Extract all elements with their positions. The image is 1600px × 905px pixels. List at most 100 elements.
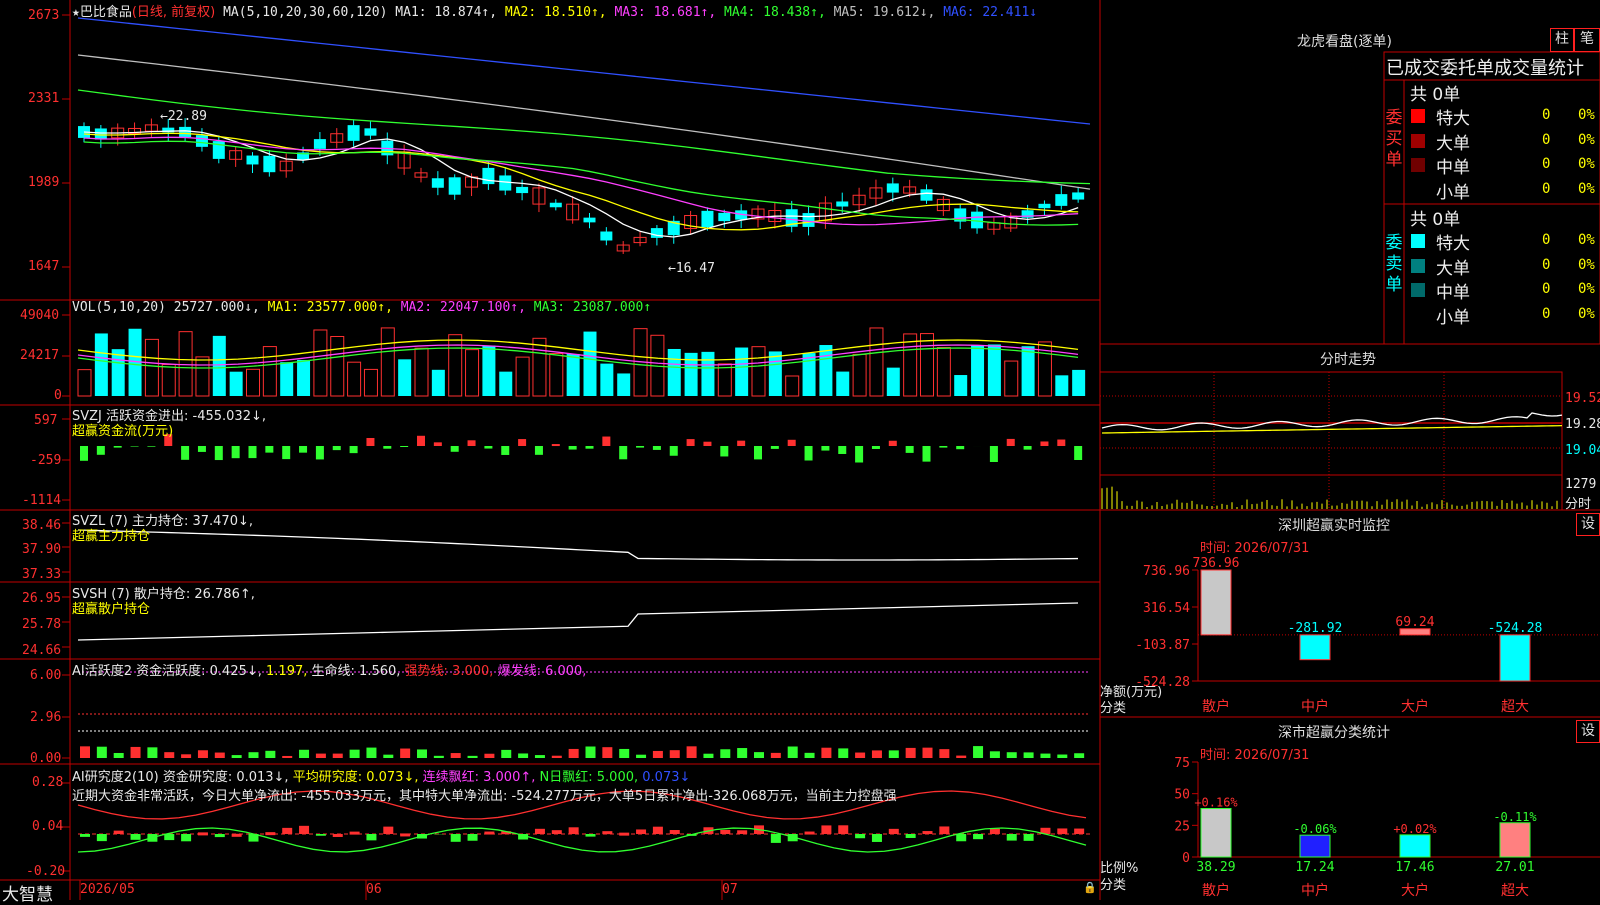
candle-body: [1072, 192, 1084, 199]
candle-body: [263, 156, 275, 172]
activity-bar: [265, 751, 275, 758]
class-bar: [1300, 835, 1330, 857]
y-tick: -1114: [22, 493, 61, 508]
y-tick: 1989: [28, 175, 59, 190]
volume-bar: [988, 344, 1001, 396]
fund-flow-bar: [350, 446, 358, 453]
monitor-bar: [1300, 635, 1330, 660]
research-bar: [350, 832, 360, 835]
volume-bar: [971, 345, 984, 396]
activity-bar: [855, 753, 865, 758]
volume-bar: [701, 352, 714, 396]
research-bar: [1057, 828, 1067, 834]
y-tick: 6.00: [30, 668, 61, 683]
fund-flow-bar: [956, 446, 964, 449]
activity-bar: [97, 747, 107, 758]
research-bar: [164, 834, 174, 840]
activity-bar: [805, 753, 815, 758]
vol-ma2: MA2: 22047.100↑,: [401, 300, 526, 315]
activity-bar: [889, 750, 899, 758]
research-bar: [232, 834, 242, 837]
volume-bar: [786, 376, 799, 396]
activity-bar: [821, 748, 831, 758]
monitor-bar-value: 69.24: [1395, 615, 1434, 630]
volume-bar: [533, 338, 546, 396]
order-percent: 0%: [1578, 306, 1595, 322]
activity-bar: [990, 751, 1000, 758]
stock-name: 巴比食品: [80, 5, 132, 20]
activity-bar: [602, 747, 612, 758]
class-category-label: 超大: [1501, 883, 1529, 899]
svzj-sub: 超赢资金流(万元): [72, 420, 173, 439]
monitor-title: 深圳超赢实时监控: [1278, 515, 1390, 535]
activity-bar: [198, 750, 208, 758]
activity-bar: [131, 747, 141, 758]
candle-body: [314, 139, 326, 149]
candle-body: [803, 213, 815, 227]
activity-bar: [906, 748, 916, 758]
volume-bar: [415, 348, 428, 396]
lock-icon[interactable]: 🔒: [1083, 881, 1097, 894]
main-chart-header: ★巴比食品(日线, 前复权) MA(5,10,20,30,60,120) MA1…: [72, 1, 1037, 20]
candle-body: [1055, 194, 1067, 206]
ai-research-v3: 连续飘红: 3.000↑,: [423, 770, 536, 785]
volume-bar: [162, 365, 175, 396]
order-size-label: 大单: [1436, 129, 1470, 154]
svzl-sub: 超赢主力持仓: [72, 525, 150, 544]
fund-flow-bar: [451, 446, 459, 452]
monitor-settings-button[interactable]: 设: [1576, 513, 1600, 536]
volume-bar: [230, 372, 243, 396]
volume-bar: [803, 353, 816, 396]
research-bar: [872, 834, 882, 842]
volume-bar: [280, 362, 293, 396]
volume-bar: [668, 349, 681, 396]
fund-flow-bar: [855, 446, 863, 462]
tick-view-button[interactable]: 笔: [1574, 28, 1600, 52]
class-time: 时间: 2026/07/31: [1200, 744, 1309, 763]
column-view-button[interactable]: 柱: [1550, 28, 1574, 52]
chart-mode[interactable]: (日线, 前复权): [132, 5, 215, 20]
fund-flow-bar: [501, 446, 509, 455]
ai-active-v2: 1.197,: [266, 664, 307, 679]
ma2-line: [84, 133, 1078, 229]
activity-bar: [1057, 755, 1067, 758]
class-category-label: 散户: [1202, 882, 1230, 899]
monitor-category-label: 超大: [1501, 699, 1529, 715]
research-bar: [451, 834, 461, 842]
activity-bar: [838, 748, 848, 758]
activity-bar: [484, 754, 494, 758]
research-bar: [990, 829, 1000, 834]
order-count: 0: [1542, 181, 1550, 197]
candle-body: [449, 177, 461, 194]
research-bar: [333, 834, 343, 837]
vol-value: 25727.000↓,: [174, 300, 260, 315]
candle-body: [482, 168, 494, 184]
ai-active-v4: 强势线: 3.000,: [405, 664, 494, 679]
class-bar: [1201, 808, 1231, 857]
legend-swatch: [1411, 183, 1425, 197]
activity-bar: [737, 748, 747, 758]
class-bar-value: 17.46: [1395, 860, 1434, 875]
fund-flow-bar: [1024, 446, 1032, 450]
sell-total: 共 0单: [1410, 205, 1460, 230]
volume-bar: [466, 350, 479, 396]
chart-canvas[interactable]: 736.96316.54-103.87-524.28736.96散户-281.9…: [0, 0, 1600, 900]
research-bar: [484, 832, 494, 835]
research-bar: [939, 826, 949, 834]
activity-bar: [552, 756, 562, 758]
volume-bar: [348, 362, 361, 396]
activity-bar: [636, 755, 646, 758]
research-bar: [821, 825, 831, 834]
favorite-star-icon[interactable]: ★: [72, 5, 80, 20]
fund-flow-bar: [703, 442, 711, 446]
class-settings-button[interactable]: 设: [1576, 720, 1600, 743]
sell-side-label: 委卖单: [1384, 233, 1404, 296]
legend-swatch: [1411, 308, 1425, 322]
fund-flow-bar: [737, 441, 745, 446]
volume-bar: [1022, 346, 1035, 396]
order-count: 0: [1542, 306, 1550, 322]
fund-flow-bar: [518, 439, 526, 446]
candle-body: [179, 127, 191, 137]
volume-bar: [887, 368, 900, 396]
research-bar: [737, 830, 747, 834]
